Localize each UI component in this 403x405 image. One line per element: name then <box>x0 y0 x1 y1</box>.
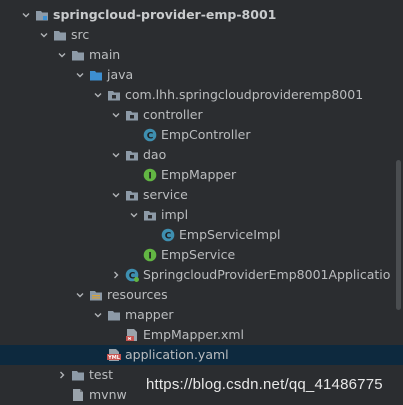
tree-row[interactable]: C SpringcloudProviderEmp8001Applicatio <box>0 265 403 285</box>
tree-row[interactable]: YML application.yaml <box>0 345 403 365</box>
tree-item-label: EmpController <box>161 127 251 142</box>
package-icon <box>125 108 139 122</box>
tree-item-label: impl <box>161 207 189 222</box>
tree-item-label: SpringcloudProviderEmp8001Applicatio <box>143 267 391 282</box>
folder-icon <box>71 368 85 382</box>
module-folder-icon <box>35 8 49 22</box>
tree-row[interactable]: com.lhh.springcloudprovideremp8001 <box>0 85 403 105</box>
tree-row[interactable]: I EmpService <box>0 245 403 265</box>
folder-icon <box>53 28 67 42</box>
tree-item-label: test <box>89 367 114 382</box>
tree-item-label: java <box>107 67 134 82</box>
watermark: https://blog.csdn.net/qq_41486775 <box>146 376 383 393</box>
tree-row[interactable]: impl <box>0 205 403 225</box>
chevron-down-icon[interactable] <box>92 305 104 325</box>
tree-row[interactable]: EmpMapper.xml <box>0 325 403 345</box>
tree-item-label: controller <box>143 107 203 122</box>
chevron-down-icon[interactable] <box>20 5 32 25</box>
class-icon: C <box>161 228 175 242</box>
package-icon <box>125 148 139 162</box>
chevron-right-icon[interactable] <box>56 365 68 385</box>
chevron-down-icon[interactable] <box>110 185 122 205</box>
chevron-right-icon[interactable] <box>110 265 122 285</box>
chevron-down-icon[interactable] <box>56 45 68 65</box>
file-icon <box>71 388 85 402</box>
package-icon <box>143 208 157 222</box>
svg-text:I: I <box>148 252 151 262</box>
tree-item-label: main <box>89 47 121 62</box>
tree-item-label: service <box>143 187 188 202</box>
spring-boot-class-icon: C <box>125 268 139 282</box>
tree-item-label: resources <box>107 287 168 302</box>
package-icon <box>107 88 121 102</box>
tree-row[interactable]: service <box>0 185 403 205</box>
svg-text:YML: YML <box>107 355 121 361</box>
tree-item-label: mapper <box>125 307 174 322</box>
tree-row[interactable]: I EmpMapper <box>0 165 403 185</box>
folder-icon <box>107 308 121 322</box>
chevron-down-icon[interactable] <box>110 105 122 125</box>
interface-icon: I <box>143 248 157 262</box>
vertical-scrollbar[interactable] <box>396 160 401 310</box>
package-icon <box>125 188 139 202</box>
project-tree: springcloud-provider-emp-8001 src main java… <box>0 0 403 405</box>
tree-row[interactable]: C EmpController <box>0 125 403 145</box>
class-icon: C <box>143 128 157 142</box>
folder-icon <box>71 48 85 62</box>
tree-row[interactable]: dao <box>0 145 403 165</box>
tree-item-label: dao <box>143 147 167 162</box>
tree-item-label: com.lhh.springcloudprovideremp8001 <box>125 87 364 102</box>
yaml-file-icon: YML <box>107 348 121 362</box>
tree-item-label: application.yaml <box>125 347 229 362</box>
chevron-down-icon[interactable] <box>74 285 86 305</box>
chevron-down-icon[interactable] <box>38 25 50 45</box>
chevron-down-icon[interactable] <box>128 205 140 225</box>
tree-row[interactable]: src <box>0 25 403 45</box>
tree-item-label: mvnw <box>89 387 127 402</box>
svg-text:C: C <box>165 232 172 242</box>
tree-item-label: EmpMapper.xml <box>143 327 245 342</box>
tree-row[interactable]: C EmpServiceImpl <box>0 225 403 245</box>
tree-row[interactable]: springcloud-provider-emp-8001 <box>0 5 403 25</box>
tree-item-label: springcloud-provider-emp-8001 <box>53 7 277 22</box>
tree-item-label: EmpServiceImpl <box>179 227 281 242</box>
tree-row[interactable]: mapper <box>0 305 403 325</box>
chevron-down-icon[interactable] <box>74 65 86 85</box>
tree-row[interactable]: controller <box>0 105 403 125</box>
resources-folder-icon <box>89 288 103 302</box>
source-root-folder-icon <box>89 68 103 82</box>
svg-text:C: C <box>147 132 154 142</box>
interface-icon: I <box>143 168 157 182</box>
tree-row[interactable]: java <box>0 65 403 85</box>
tree-item-label: EmpMapper <box>161 167 237 182</box>
chevron-down-icon[interactable] <box>110 145 122 165</box>
chevron-down-icon[interactable] <box>92 85 104 105</box>
tree-row[interactable]: resources <box>0 285 403 305</box>
xml-file-icon <box>125 328 139 342</box>
tree-item-label: src <box>71 27 90 42</box>
tree-row[interactable]: main <box>0 45 403 65</box>
svg-text:I: I <box>148 172 151 182</box>
tree-item-label: EmpService <box>161 247 236 262</box>
